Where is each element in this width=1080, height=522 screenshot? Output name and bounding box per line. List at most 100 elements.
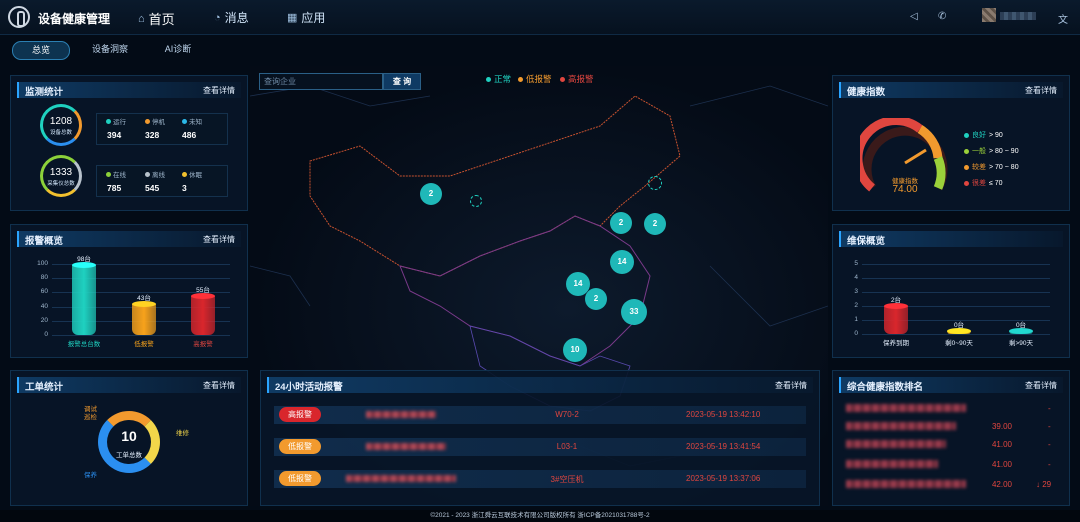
workorder-more-link[interactable]: 查看详情 [203, 380, 235, 391]
sub-nav: 总览 设备洞察 AI诊断 [0, 35, 1080, 63]
y-tick-label: 5 [854, 260, 858, 267]
bar-category-label: 报警总台数 [67, 341, 101, 348]
bar-category-label: 剩0~90天 [945, 340, 973, 347]
legend-high-alarm: 高报警 [560, 73, 594, 85]
alarm-row[interactable]: 低报警 3#空压机 2023-05-19 13:37:06 [274, 470, 806, 488]
online-state-value: 545 [145, 183, 160, 193]
alarms24h-more-link[interactable]: 查看详情 [775, 380, 807, 391]
run-state-label: 停机 [145, 116, 165, 126]
run-state-value: 486 [182, 130, 197, 140]
nav-apps-label: 应用 [301, 11, 326, 25]
workorder-label-inspect: 巡检 [84, 414, 97, 421]
map-cluster[interactable]: 2 [610, 212, 632, 234]
maintenance-title: 维保概览 [847, 236, 886, 247]
alarm-overview-more-link[interactable]: 查看详情 [203, 234, 235, 245]
collector-total-value: 1333 [49, 167, 73, 178]
collector-total-label: 采集仪总数 [47, 181, 75, 187]
ranking-row[interactable]: 41.00- [844, 436, 1056, 454]
ranking-row[interactable]: 42.00 ↓ 29 [844, 476, 1056, 494]
translate-icon[interactable]: 文 [1058, 11, 1068, 26]
nav-messages[interactable]: ◔ 消息 [214, 9, 249, 26]
ranking-row[interactable]: 41.00- [844, 456, 1056, 474]
y-tick-label: 80 [40, 274, 48, 282]
alarm-row[interactable]: 低报警 L03-1 2023-05-19 13:41:54 [274, 438, 806, 456]
workorder-label-repair: 维修 [176, 430, 189, 437]
y-tick-label: 40 [40, 302, 48, 310]
phone-icon[interactable]: ✆ [938, 11, 946, 22]
monitor-title: 监测统计 [25, 87, 64, 98]
y-tick-label: 2 [854, 302, 858, 309]
alarm-level-badge: 低报警 [279, 471, 321, 486]
online-state-value: 785 [107, 183, 122, 193]
run-state-value: 328 [145, 130, 160, 140]
alarm-device-code: 3#空压机 [550, 475, 584, 484]
search-button[interactable]: 查 询 [383, 73, 421, 90]
online-state-label: 休眠 [182, 169, 202, 179]
tab-overview[interactable]: 总览 [12, 41, 70, 60]
announcement-icon[interactable]: ◁ [910, 11, 918, 22]
user-name[interactable] [1000, 12, 1036, 20]
workorder-total-value: 10 [121, 428, 137, 444]
y-tick-label: 0 [44, 331, 48, 338]
grid-line [862, 278, 1050, 279]
ranking-row[interactable]: - [844, 400, 1056, 418]
alarm-device-code: L03-1 [556, 442, 578, 451]
map-cluster[interactable]: 2 [585, 288, 607, 310]
device-total-label: 设备总数 [49, 130, 72, 136]
nav-home[interactable]: ⌂ 首页 [138, 9, 175, 28]
bar [132, 304, 156, 335]
tab-ai-diagnosis[interactable]: AI诊断 [154, 41, 202, 58]
online-state-value: 3 [182, 183, 187, 193]
ranking-more-link[interactable]: 查看详情 [1025, 380, 1057, 391]
y-tick-label: 100 [37, 260, 48, 267]
alarm-level-badge: 高报警 [279, 407, 321, 422]
bar-value-label: 0台 [1015, 322, 1027, 329]
legend-normal: 正常 [486, 73, 511, 85]
alarm-company-redacted [366, 443, 446, 450]
run-state-label: 未知 [182, 116, 202, 126]
message-icon: ◔ [214, 11, 221, 24]
ranking-title: 综合健康指数排名 [847, 382, 924, 393]
health-title: 健康指数 [847, 87, 886, 98]
y-tick-label: 1 [854, 316, 858, 323]
bar-value-label: 43台 [137, 295, 151, 303]
map-cluster[interactable]: 14 [610, 250, 634, 274]
alarm-company-redacted [346, 475, 456, 482]
gauge-needle [904, 148, 927, 165]
avatar[interactable] [982, 8, 996, 22]
monitor-more-link[interactable]: 查看详情 [203, 85, 235, 96]
map-cluster[interactable]: 2 [420, 183, 442, 205]
y-tick-label: 60 [40, 288, 48, 296]
run-state-value: 394 [107, 130, 122, 140]
health-more-link[interactable]: 查看详情 [1025, 85, 1057, 96]
map-cluster[interactable]: 2 [644, 213, 666, 235]
alarm-time: 2023-05-19 13:41:54 [686, 442, 761, 451]
map-cluster[interactable]: 33 [621, 299, 647, 325]
health-legend-fair: 一般 > 80 ~ 90 [964, 146, 1019, 156]
tab-device-insight[interactable]: 设备洞察 [84, 41, 136, 58]
alarm-row[interactable]: 高报警 W70-2 2023-05-19 13:42:10 [274, 406, 806, 424]
map-point-pulse[interactable] [648, 176, 662, 190]
y-tick-label: 3 [854, 288, 858, 295]
bar-category-label: 高报警 [193, 341, 213, 348]
top-bar: 设备健康管理 ⌂ 首页 ◔ 消息 ▦ 应用 ◁ ✆ 文 [0, 0, 1080, 35]
map-point-pulse[interactable] [470, 195, 482, 207]
ranking-row[interactable]: 39.00- [844, 418, 1056, 436]
workorder-label-maintain: 保养 [84, 472, 97, 479]
health-legend-poor: 较差 > 70 ~ 80 [964, 162, 1019, 172]
nav-apps[interactable]: ▦ 应用 [287, 9, 325, 26]
y-tick-label: 20 [40, 316, 48, 324]
bar-category-label: 低报警 [134, 341, 154, 348]
workorder-title: 工单统计 [25, 382, 64, 393]
footer: ©2021 - 2023 浙江舜云互联技术有限公司版权所有 浙ICP备20210… [0, 510, 1080, 522]
bar-category-label: 剩>90天 [1008, 340, 1034, 347]
bar-value-label: 0台 [953, 322, 965, 329]
online-state-label: 离线 [145, 169, 165, 179]
map-cluster[interactable]: 10 [563, 338, 587, 362]
company-search-input[interactable]: 查询企业 [259, 73, 383, 90]
health-legend-good: 良好 > 90 [964, 130, 1003, 140]
alarm-company-redacted [366, 411, 436, 418]
alarm-device-code: W70-2 [555, 410, 579, 419]
bar-category-label: 保养到期 [883, 340, 909, 347]
grid-line [52, 335, 230, 336]
